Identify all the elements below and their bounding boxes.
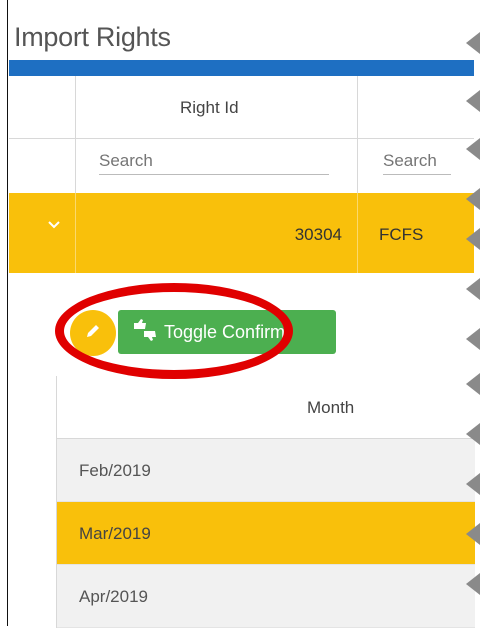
list-item[interactable]: Apr/2019 (57, 565, 475, 628)
month-label: Mar/2019 (79, 524, 151, 543)
list-item[interactable]: Mar/2019 (57, 502, 475, 565)
month-header-label: Month (307, 398, 355, 417)
caret-left-icon[interactable] (466, 32, 480, 54)
caret-left-icon[interactable] (466, 90, 480, 112)
window-left-border (7, 0, 8, 626)
month-subtable: Month Feb/2019 Mar/2019 Apr/2019 (56, 376, 475, 628)
highlight-annotation-circle (55, 283, 293, 379)
side-scroll-arrows (466, 28, 490, 626)
grid-filter-row (9, 138, 474, 194)
caret-left-icon[interactable] (466, 523, 480, 545)
caret-left-icon[interactable] (466, 138, 480, 160)
caret-left-icon[interactable] (466, 188, 480, 210)
caret-left-icon[interactable] (466, 373, 480, 395)
caret-left-icon[interactable] (466, 473, 480, 495)
chevron-down-icon[interactable] (47, 213, 61, 236)
caret-left-icon[interactable] (466, 278, 480, 300)
caret-left-icon[interactable] (466, 228, 480, 250)
right-id-search-input[interactable] (99, 151, 329, 175)
column-divider (357, 76, 358, 138)
column-divider (75, 76, 76, 138)
right-id-cell: 30304 (294, 225, 342, 244)
table-row[interactable]: 30304 FCFS (9, 193, 474, 273)
column-divider (357, 138, 358, 193)
title-accent-bar (9, 60, 474, 76)
column-divider (75, 193, 76, 273)
grid-header-row: Right Id (9, 76, 474, 139)
month-label: Apr/2019 (79, 587, 148, 606)
caret-left-icon[interactable] (466, 423, 480, 445)
month-column-header[interactable]: Month (57, 376, 475, 439)
type-cell: FCFS (379, 225, 424, 244)
type-search-input[interactable] (383, 151, 451, 175)
page-title: Import Rights (14, 22, 171, 52)
month-label: Feb/2019 (79, 461, 151, 480)
caret-left-icon[interactable] (466, 328, 480, 350)
caret-left-icon[interactable] (466, 573, 480, 595)
column-divider (75, 138, 76, 193)
column-divider (357, 193, 358, 273)
list-item[interactable]: Feb/2019 (57, 439, 475, 502)
column-header-right-id[interactable]: Right Id (180, 98, 239, 118)
